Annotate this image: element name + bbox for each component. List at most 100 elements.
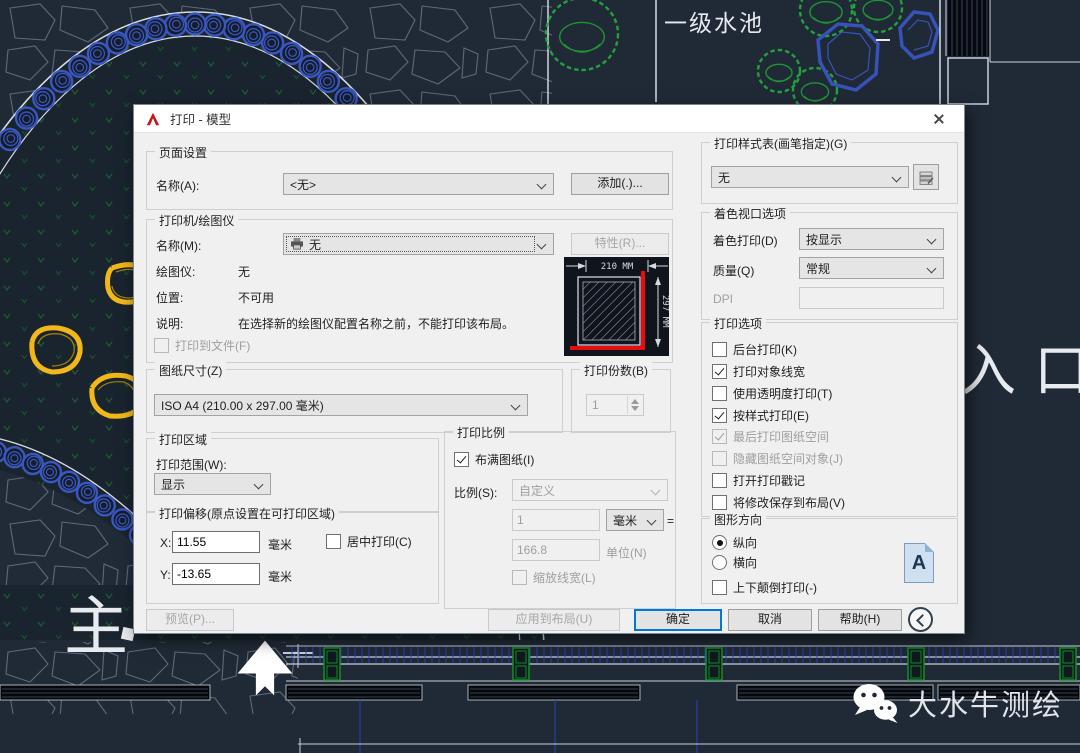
plot-style-combo[interactable]: 无 xyxy=(711,166,909,188)
plot-option-row: 打开打印戳记 xyxy=(712,472,805,489)
plot-option-label: 最后打印图纸空间 xyxy=(733,428,829,445)
page-setup-name-label: 名称(A): xyxy=(156,177,199,194)
properties-button: 特性(R)... xyxy=(571,233,669,255)
flip-checkbox[interactable] xyxy=(712,580,727,595)
orientation-paper-icon: A xyxy=(904,543,934,583)
chevron-down-icon xyxy=(511,401,521,411)
fit-to-paper-checkbox[interactable] xyxy=(454,452,469,467)
dialog-titlebar: 打印 - 模型 xyxy=(134,105,964,133)
group-label: 打印机/绘图仪 xyxy=(155,212,238,229)
chevron-down-icon xyxy=(927,235,937,245)
plot-option-checkbox[interactable] xyxy=(712,473,727,488)
chevron-left-icon xyxy=(916,614,929,627)
equals-sign: = xyxy=(667,514,674,528)
page-setup-name-value: <无> xyxy=(290,176,316,193)
printer-name-label: 名称(M): xyxy=(156,237,201,254)
main-gate-label: 主 xyxy=(64,576,128,668)
group-plot-offset: 打印偏移(原点设置在可打印区域) xyxy=(146,512,439,604)
group-label: 打印样式表(画笔指定)(G) xyxy=(710,135,851,152)
plot-option-label: 打印对象线宽 xyxy=(733,363,805,380)
group-label: 页面设置 xyxy=(155,144,211,161)
copies-stepper: 1 xyxy=(586,394,644,416)
quality-value: 常规 xyxy=(806,260,830,277)
scale-lineweight-checkbox xyxy=(512,570,527,585)
paper-width-label: 210 MM xyxy=(601,262,634,272)
help-button[interactable]: 帮助(H) xyxy=(818,609,902,631)
offset-y-unit: 毫米 xyxy=(268,568,292,585)
center-plot-checkbox[interactable] xyxy=(326,534,341,549)
dpi-input xyxy=(799,287,944,309)
chevron-down-icon xyxy=(537,240,547,250)
plot-option-row: 最后打印图纸空间 xyxy=(712,428,829,445)
plot-option-checkbox[interactable] xyxy=(712,342,727,357)
scale-label: 比例(S): xyxy=(454,484,497,501)
plot-option-checkbox[interactable] xyxy=(712,386,727,401)
portrait-radio[interactable] xyxy=(712,535,727,550)
landscape-radio[interactable] xyxy=(712,555,727,570)
description-value: 在选择新的绘图仪配置名称之前，不能打印该布局。 xyxy=(238,315,514,332)
copies-value: 1 xyxy=(592,398,599,412)
less-options-button[interactable] xyxy=(908,607,933,632)
scale-unit-combo[interactable]: 毫米 xyxy=(606,509,664,531)
flip-label: 上下颠倒打印(-) xyxy=(733,579,817,596)
portrait-row: 纵向 xyxy=(712,534,757,551)
close-icon xyxy=(933,113,945,125)
group-label: 打印区域 xyxy=(155,431,211,448)
plot-option-checkbox[interactable] xyxy=(712,495,727,510)
pool-label: 一级水池 xyxy=(664,4,764,38)
plot-option-label: 按样式打印(E) xyxy=(733,407,809,424)
chevron-down-icon xyxy=(651,486,661,496)
edit-plot-style-button[interactable] xyxy=(913,164,939,190)
scale-lineweight-label: 缩放线宽(L) xyxy=(533,569,596,586)
offset-x-unit: 毫米 xyxy=(268,536,292,553)
shade-plot-combo[interactable]: 按显示 xyxy=(799,228,944,250)
portrait-label: 纵向 xyxy=(733,534,757,551)
description-label: 说明: xyxy=(156,315,183,332)
offset-x-input[interactable] xyxy=(172,531,260,553)
landscape-label: 横向 xyxy=(733,554,757,571)
fit-to-paper-label: 布满图纸(I) xyxy=(475,451,534,468)
shade-plot-label: 着色打印(D) xyxy=(713,232,778,249)
paper-height-label: 297 MM xyxy=(660,295,669,328)
close-button[interactable] xyxy=(924,107,954,131)
plot-range-combo[interactable]: 显示 xyxy=(154,473,271,495)
group-label: 打印偏移(原点设置在可打印区域) xyxy=(155,505,339,522)
quality-combo[interactable]: 常规 xyxy=(799,257,944,279)
plot-option-row: 后台打印(K) xyxy=(712,341,797,358)
page-setup-name-combo[interactable]: <无> xyxy=(283,173,554,195)
group-label: 图形方向 xyxy=(710,511,766,528)
center-plot-row: 居中打印(C) xyxy=(326,533,412,550)
chevron-down-icon xyxy=(537,180,547,190)
printer-name-combo[interactable]: 无 xyxy=(283,233,554,255)
flip-row: 上下颠倒打印(-) xyxy=(712,579,817,596)
plot-option-label: 使用透明度打印(T) xyxy=(733,385,832,402)
chevron-down-icon xyxy=(647,516,657,526)
cancel-button[interactable]: 取消 xyxy=(728,609,812,631)
scale-units-label: 单位(N) xyxy=(606,544,647,561)
plot-option-checkbox[interactable] xyxy=(712,408,727,423)
group-label: 打印比例 xyxy=(453,424,509,441)
landscape-row: 横向 xyxy=(712,554,757,571)
autocad-logo-icon xyxy=(144,111,162,127)
offset-y-input[interactable] xyxy=(172,563,260,585)
plot-to-file-checkbox xyxy=(154,338,169,353)
autocad-canvas: 一级水池 入口 主 大水牛测绘 打印 - 模型 页面设置 名称(A): xyxy=(0,0,1080,753)
group-label: 图纸尺寸(Z) xyxy=(155,362,226,379)
group-label: 打印份数(B) xyxy=(580,362,652,379)
scale-factor-input xyxy=(512,509,600,531)
plot-option-row: 打印对象线宽 xyxy=(712,363,805,380)
plot-to-file-row: 打印到文件(F) xyxy=(154,337,250,354)
preview-button: 预览(P)... xyxy=(146,609,234,631)
location-value: 不可用 xyxy=(238,289,274,306)
watermark: 大水牛测绘 xyxy=(852,682,1063,724)
paper-size-value: ISO A4 (210.00 x 297.00 毫米) xyxy=(161,397,324,414)
offset-x-label: X: xyxy=(160,536,171,550)
ok-button[interactable]: 确定 xyxy=(634,609,722,631)
add-page-setup-button[interactable]: 添加(.)... xyxy=(571,173,669,195)
scale-lineweight-row: 缩放线宽(L) xyxy=(512,569,596,586)
plot-option-checkbox[interactable] xyxy=(712,364,727,379)
paper-size-combo[interactable]: ISO A4 (210.00 x 297.00 毫米) xyxy=(154,394,528,416)
location-label: 位置: xyxy=(156,289,183,306)
group-label: 打印选项 xyxy=(710,315,766,332)
apply-to-layout-button: 应用到布局(U) xyxy=(488,609,620,631)
